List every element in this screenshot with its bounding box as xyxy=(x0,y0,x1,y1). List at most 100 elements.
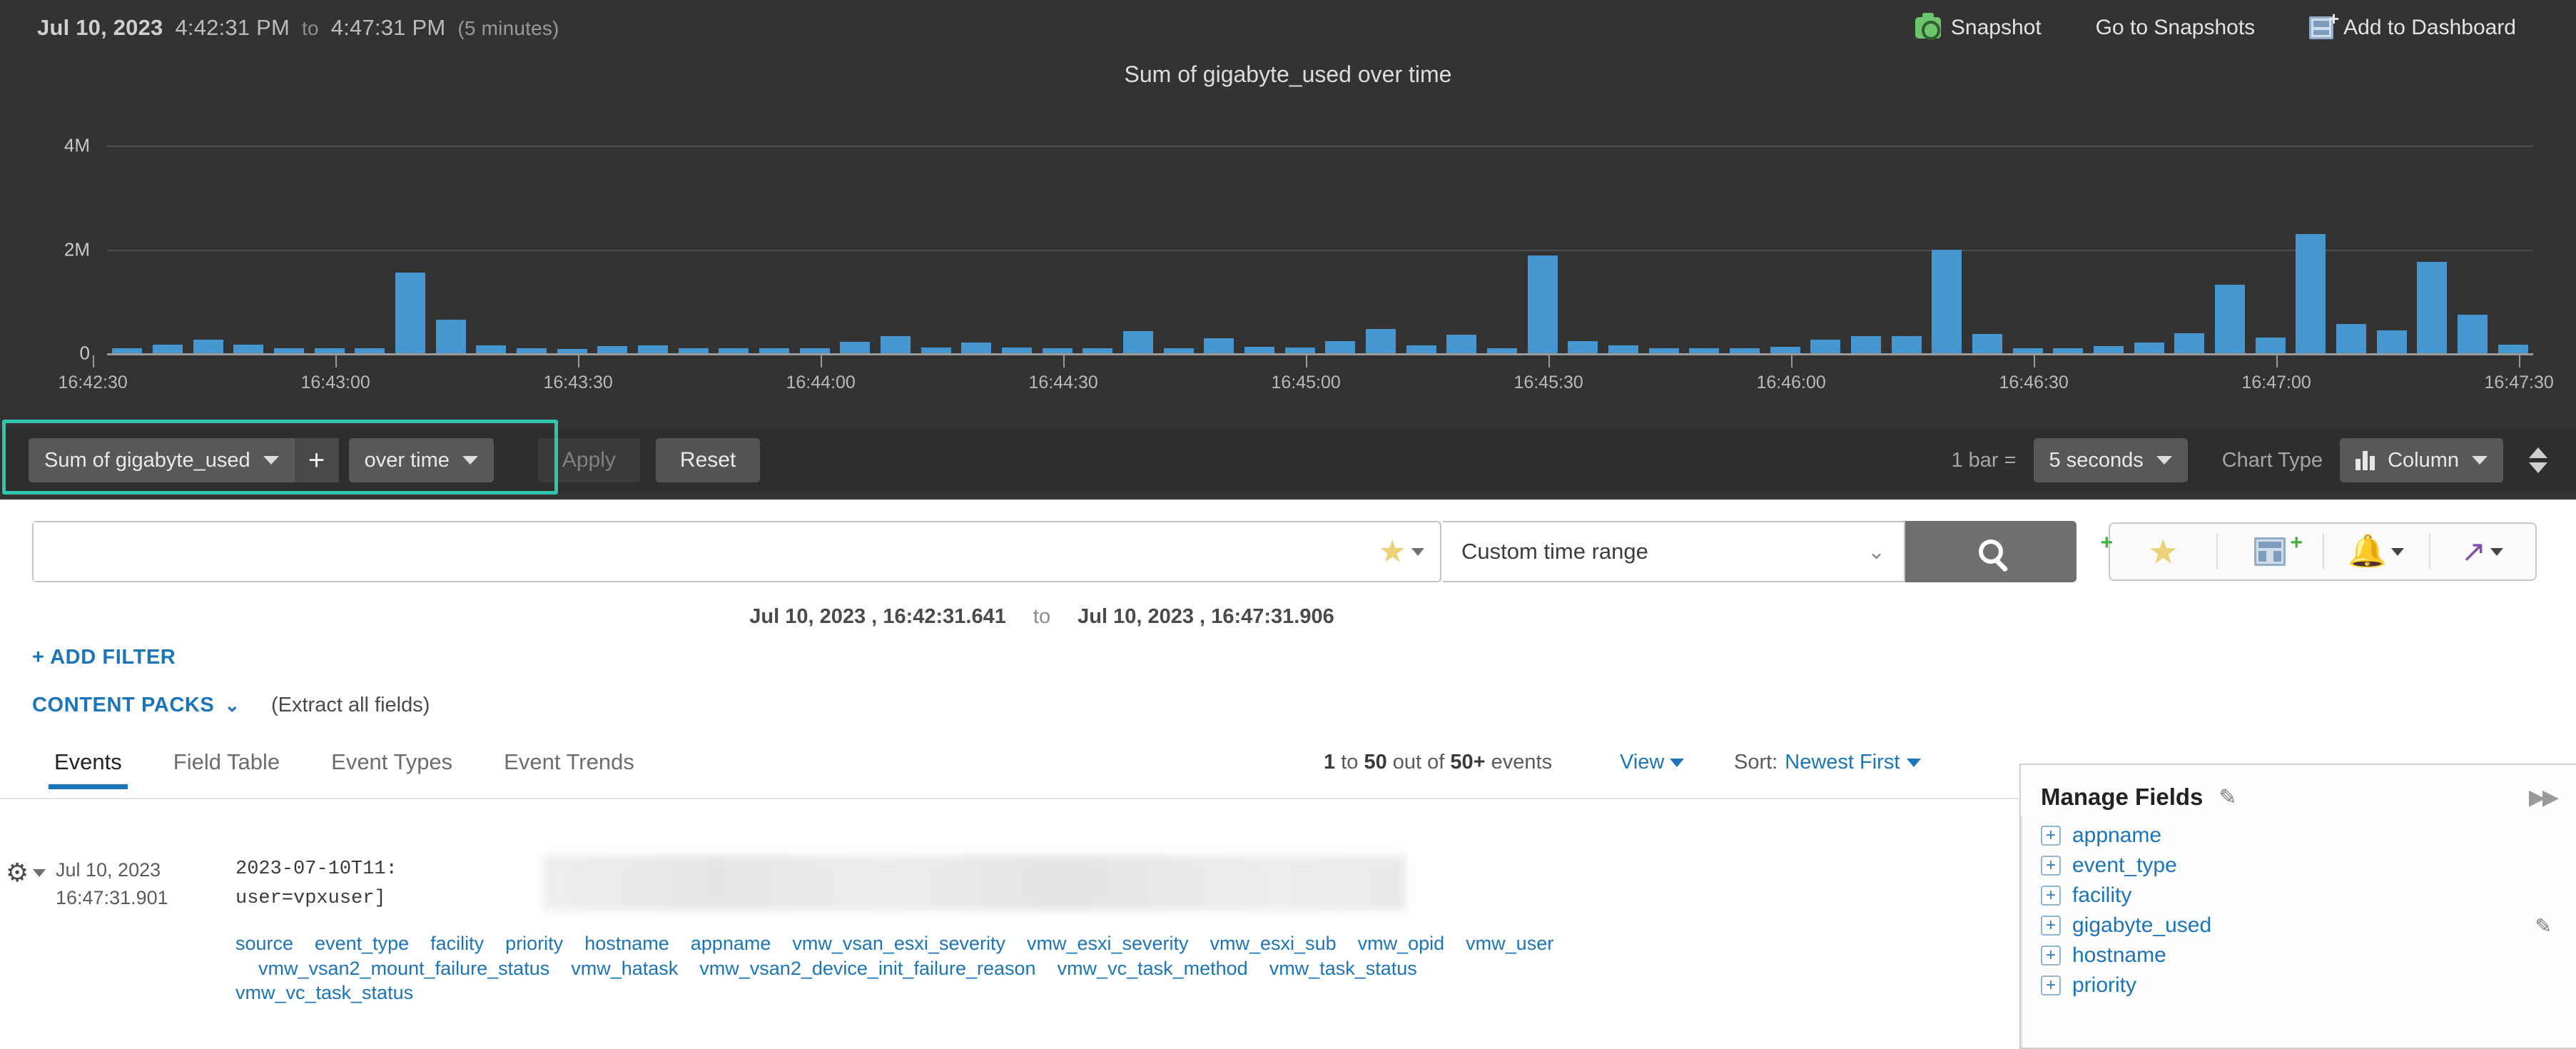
plus-icon[interactable]: + xyxy=(2041,975,2061,995)
double-chevron-right-icon[interactable]: ▶▶ xyxy=(2529,785,2559,810)
add-dashboard-button[interactable]: + xyxy=(2216,524,2323,579)
chart-bar[interactable] xyxy=(1123,330,1153,353)
chart-bar[interactable] xyxy=(2255,338,2286,353)
chart-bar[interactable] xyxy=(2012,348,2043,353)
manage-fields-item[interactable]: + gigabyte_used ✎ xyxy=(2021,911,2576,941)
view-dropdown[interactable]: View xyxy=(1620,751,1685,774)
chart-bar[interactable] xyxy=(1406,345,1436,353)
plus-icon[interactable]: + xyxy=(2041,826,2061,846)
bar-interval-dropdown[interactable]: 5 seconds xyxy=(2033,438,2188,482)
chart-bar[interactable] xyxy=(395,273,425,353)
chart-bar[interactable] xyxy=(638,345,668,353)
field-link[interactable]: facility xyxy=(430,933,484,954)
pencil-icon[interactable]: ✎ xyxy=(2535,914,2552,938)
search-input[interactable] xyxy=(34,522,1379,581)
share-button[interactable]: ↗ xyxy=(2429,524,2535,579)
manage-fields-item[interactable]: + facility xyxy=(2021,881,2576,911)
search-button[interactable] xyxy=(1905,521,2076,582)
chart-type-dropdown[interactable]: Column xyxy=(2340,438,2503,482)
field-link[interactable]: appname xyxy=(691,933,771,954)
chart-bar[interactable] xyxy=(921,348,951,353)
tab-field-table[interactable]: Field Table xyxy=(148,749,305,789)
chart-bar[interactable] xyxy=(1527,255,1558,353)
field-link[interactable]: vmw_hatask xyxy=(571,958,678,979)
field-link[interactable]: vmw_esxi_severity xyxy=(1027,933,1189,954)
field-link[interactable]: vmw_vc_task_method xyxy=(1058,958,1248,979)
snapshot-button[interactable]: Snapshot xyxy=(1888,13,2069,40)
chart-bar[interactable] xyxy=(2296,233,2326,353)
chart-bar[interactable] xyxy=(1851,336,1881,353)
chart-bar[interactable] xyxy=(1002,348,1032,353)
chart-bar[interactable] xyxy=(1163,348,1194,353)
chart-bar[interactable] xyxy=(2053,348,2084,353)
chart-bar[interactable] xyxy=(2458,315,2488,353)
chart-bar[interactable] xyxy=(1082,348,1113,353)
go-to-snapshots-button[interactable]: Go to Snapshots xyxy=(2069,16,2282,40)
tab-event-trends[interactable]: Event Trends xyxy=(478,749,660,789)
chart-bar[interactable] xyxy=(1244,347,1274,353)
chart-bar[interactable] xyxy=(881,336,911,353)
chart-bar[interactable] xyxy=(112,348,143,353)
chart-bar[interactable] xyxy=(1568,341,1598,353)
chart-bar[interactable] xyxy=(1204,338,1234,353)
field-link[interactable]: vmw_opid xyxy=(1358,933,1445,954)
field-link[interactable]: priority xyxy=(505,933,563,954)
chart-bar[interactable] xyxy=(2417,262,2448,353)
chart-bar[interactable] xyxy=(2174,333,2205,353)
sort-value[interactable]: Newest First xyxy=(1785,751,1900,774)
chart-bar[interactable] xyxy=(840,342,871,353)
saved-search-dropdown[interactable]: ★ xyxy=(1379,537,1440,567)
field-link[interactable]: vmw_task_status xyxy=(1269,958,1417,979)
time-range-select[interactable]: Custom time range ⌄ xyxy=(1443,521,1905,582)
add-metric-button[interactable]: + xyxy=(294,438,339,482)
manage-fields-item[interactable]: + appname xyxy=(2021,821,2576,851)
field-link[interactable]: vmw_vsan2_mount_failure_status xyxy=(258,958,549,979)
chart-bar[interactable] xyxy=(1648,348,1679,353)
chart-bar[interactable] xyxy=(1891,336,1922,353)
plus-icon[interactable]: + xyxy=(2041,856,2061,876)
plus-icon[interactable]: + xyxy=(2041,886,2061,906)
metric-dropdown[interactable]: Sum of gigabyte_used xyxy=(29,438,295,482)
search-box[interactable]: ★ xyxy=(32,521,1441,582)
content-packs-toggle[interactable]: CONTENT PACKS ⌄ xyxy=(32,694,240,717)
chart-bar[interactable] xyxy=(2376,330,2407,353)
chart-bar[interactable] xyxy=(476,345,507,353)
chart-bar[interactable] xyxy=(597,345,628,353)
chart-bar[interactable] xyxy=(2134,343,2164,353)
reset-button[interactable]: Reset xyxy=(655,438,761,482)
chart-bar[interactable] xyxy=(1972,334,2002,353)
chart-bar[interactable] xyxy=(1810,339,1841,353)
field-link[interactable]: event_type xyxy=(315,933,409,954)
field-link[interactable]: hostname xyxy=(584,933,669,954)
chart-bar[interactable] xyxy=(2094,345,2124,353)
chart-bar[interactable] xyxy=(1608,345,1638,353)
chart-bar[interactable] xyxy=(1932,250,1962,353)
group-by-dropdown[interactable]: over time xyxy=(348,438,494,482)
chart-bar[interactable] xyxy=(193,340,223,353)
chart-bar[interactable] xyxy=(1284,348,1315,353)
chart-bar[interactable] xyxy=(1366,328,1396,353)
chart-bar[interactable] xyxy=(1487,348,1517,353)
pencil-icon[interactable]: ✎ xyxy=(2218,785,2236,810)
field-link[interactable]: vmw_vc_task_status xyxy=(235,982,413,1003)
add-filter-button[interactable]: + ADD FILTER xyxy=(32,646,176,669)
plus-icon[interactable]: + xyxy=(2041,946,2061,966)
chart-bar[interactable] xyxy=(2498,344,2528,353)
chart-bar[interactable] xyxy=(1770,346,1800,353)
chart-bar[interactable] xyxy=(2215,285,2245,353)
alert-button[interactable]: 🔔 xyxy=(2323,524,2429,579)
chart-bar[interactable] xyxy=(961,342,992,353)
field-link[interactable]: source xyxy=(235,933,293,954)
chart-bar[interactable] xyxy=(435,320,466,353)
event-actions-menu[interactable]: ⚙ xyxy=(6,860,46,886)
chart-bar[interactable] xyxy=(1325,341,1356,353)
manage-fields-item[interactable]: + hostname xyxy=(2021,941,2576,971)
manage-fields-item[interactable]: + priority xyxy=(2021,971,2576,1000)
field-link[interactable]: vmw_vsan2_device_init_failure_reason xyxy=(699,958,1035,979)
add-favorite-button[interactable]: ★ + xyxy=(2100,524,2216,579)
manage-fields-item[interactable]: + event_type xyxy=(2021,851,2576,881)
tab-event-types[interactable]: Event Types xyxy=(305,749,478,789)
apply-button[interactable]: Apply xyxy=(537,438,640,482)
chart-bar[interactable] xyxy=(1446,334,1477,353)
field-link[interactable]: vmw_user xyxy=(1466,933,1553,954)
